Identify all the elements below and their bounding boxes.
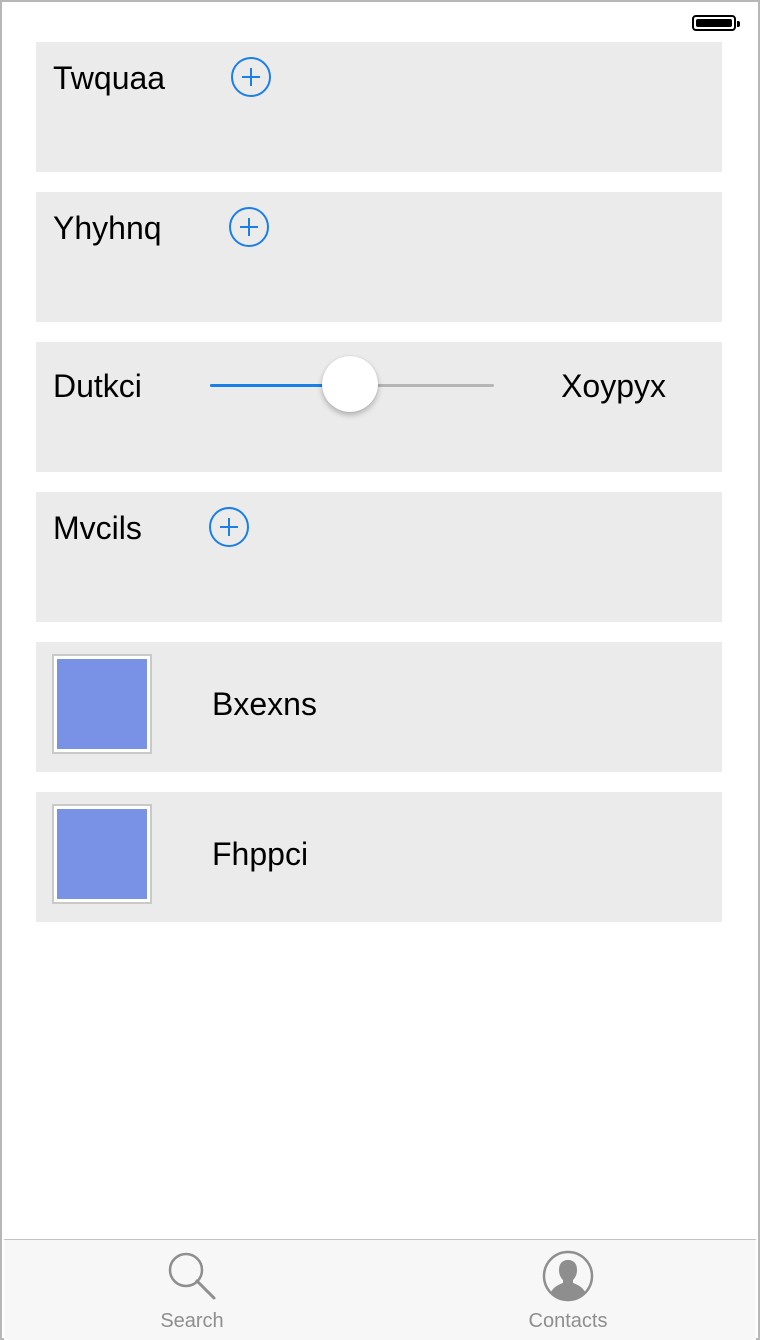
color-swatch-fill <box>57 659 147 749</box>
row-fhppci[interactable]: Fhppci <box>36 792 722 922</box>
row-label: Dutkci <box>53 368 142 404</box>
row-bxexns[interactable]: Bxexns <box>36 642 722 772</box>
slider-right-label: Xoypyx <box>561 368 666 404</box>
row-label: Yhyhnq <box>53 210 162 246</box>
app-screen: Twquaa Yhyhnq Dutkci Xoypyx Mvcils Bxexn… <box>0 0 760 1340</box>
tab-label: Contacts <box>528 1310 608 1332</box>
color-swatch[interactable] <box>52 654 152 754</box>
tab-search[interactable]: Search <box>4 1240 380 1340</box>
search-icon <box>168 1252 216 1300</box>
slider-thumb[interactable] <box>322 356 378 412</box>
color-swatch-fill <box>57 809 147 899</box>
row-label: Fhppci <box>212 836 309 872</box>
row-label: Mvcils <box>53 510 142 546</box>
row-yhyhnq: Yhyhnq <box>36 192 722 322</box>
tab-bar: Search Contacts <box>4 1239 756 1340</box>
tab-label: Search <box>160 1310 224 1332</box>
battery-full-icon <box>692 15 740 31</box>
contact-avatar-icon <box>542 1250 594 1302</box>
plus-circle-icon[interactable] <box>231 57 271 97</box>
tab-contacts[interactable]: Contacts <box>380 1240 756 1340</box>
plus-circle-icon[interactable] <box>229 207 269 247</box>
plus-circle-icon[interactable] <box>209 507 249 547</box>
row-mvcils: Mvcils <box>36 492 722 622</box>
row-label: Bxexns <box>212 686 317 722</box>
row-dutkci-slider: Dutkci Xoypyx <box>36 342 722 472</box>
row-twquaa: Twquaa <box>36 42 722 172</box>
color-swatch[interactable] <box>52 804 152 904</box>
row-label: Twquaa <box>53 60 166 96</box>
